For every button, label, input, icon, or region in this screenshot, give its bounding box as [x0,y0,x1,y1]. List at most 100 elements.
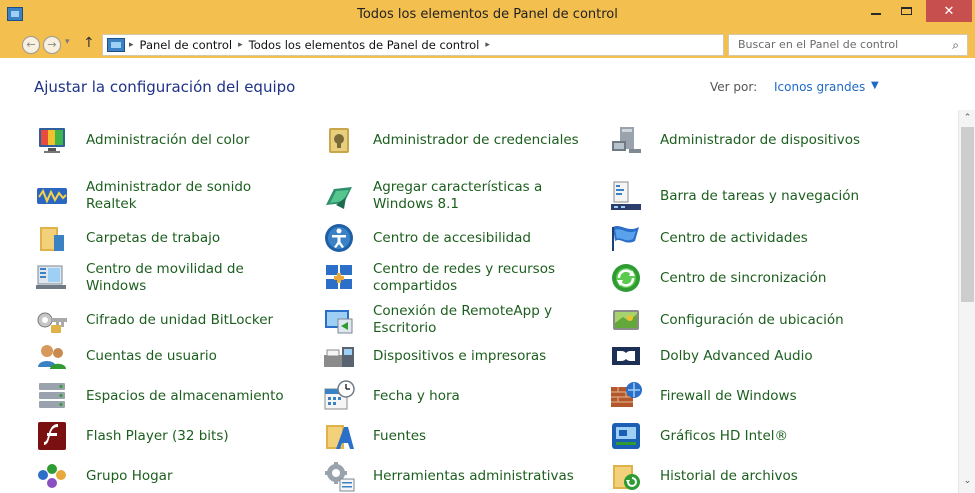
item-label: Fecha y hora [373,387,460,404]
item-administrador-de-credenciales[interactable]: Administrador de credenciales [321,120,591,160]
address-field[interactable]: ▸ Panel de control ▸ Todos los elementos… [102,34,804,56]
item-centro-de-sincronizacion[interactable]: Centro de sincronización [608,258,908,298]
item-fuentes[interactable]: Fuentes [321,416,591,456]
search-icon[interactable]: ⌕ [952,38,959,53]
item-grupo-hogar[interactable]: Grupo Hogar [34,456,304,493]
devices-printers-icon [321,338,357,374]
date-time-icon [321,378,357,414]
control-panel-items: Administración del color Administrador d… [0,118,958,493]
taskbar-icon [608,178,644,214]
item-administracion-del-color[interactable]: Administración del color [34,120,304,160]
search-input[interactable]: Buscar en el Panel de control ⌕ [728,34,968,56]
forward-button[interactable]: → [43,36,61,54]
item-label: Centro de accesibilidad [373,229,531,246]
scroll-down-arrow-icon[interactable]: ⌄ [959,473,975,489]
dolby-icon [608,338,644,374]
item-centro-de-redes[interactable]: Centro de redes y recursos compartidos [321,258,591,298]
breadcrumb-separator-icon[interactable]: ▸ [129,40,134,50]
item-label: Centro de movilidad de Windows [86,261,244,294]
work-folders-icon [34,220,70,256]
maximize-button[interactable] [893,0,919,22]
sync-center-icon [608,260,644,296]
item-conexion-remoteapp[interactable]: Conexión de RemoteApp y Escritorio [321,300,591,340]
ease-of-access-icon [321,220,357,256]
device-manager-icon [608,122,644,158]
mobility-center-icon [34,260,70,296]
back-button[interactable]: ← [22,36,40,54]
item-bitlocker[interactable]: Cifrado de unidad BitLocker [34,300,304,340]
item-label: Agregar características a Windows 8.1 [373,179,543,212]
realtek-audio-icon [34,178,70,214]
breadcrumb-separator-icon[interactable]: ▸ [485,40,490,50]
items-row: Cifrado de unidad BitLocker Conexión de … [0,300,958,340]
breadcrumb-panel-de-control[interactable]: Panel de control [140,38,233,52]
item-firewall-de-windows[interactable]: Firewall de Windows [608,376,908,416]
view-by-chevron-down-icon[interactable]: ▼ [871,80,879,91]
bitlocker-key-icon [34,302,70,338]
item-label: Dispositivos e impresoras [373,347,547,364]
items-row: Centro de movilidad de Windows Centro de… [0,258,958,298]
window-title: Todos los elementos de Panel de control [357,7,618,22]
item-label: Cifrado de unidad BitLocker [86,311,274,328]
scroll-thumb[interactable] [961,127,974,302]
item-label: Centro de actividades [660,229,808,246]
minimize-button[interactable] [863,0,889,22]
item-label: Configuración de ubicación [660,311,844,328]
item-dolby-advanced-audio[interactable]: Dolby Advanced Audio [608,336,908,376]
item-fecha-y-hora[interactable]: Fecha y hora [321,376,591,416]
item-label: Centro de redes y recursos compartidos [373,261,556,294]
item-label: Flash Player (32 bits) [86,427,229,444]
item-carpetas-de-trabajo[interactable]: Carpetas de trabajo [34,218,304,258]
item-centro-de-actividades[interactable]: Centro de actividades [608,218,908,258]
storage-spaces-icon [34,378,70,414]
view-by-dropdown[interactable]: Iconos grandes [774,80,865,94]
view-by-label: Ver por: [710,80,758,94]
item-label: Carpetas de trabajo [86,229,221,246]
item-graficos-hd-intel[interactable]: Gráficos HD Intel® [608,416,908,456]
item-espacios-de-almacenamiento[interactable]: Espacios de almacenamiento [34,376,304,416]
item-configuracion-de-ubicacion[interactable]: Configuración de ubicación [608,300,908,340]
file-history-icon [608,458,644,493]
item-agregar-caracteristicas[interactable]: Agregar características a Windows 8.1 [321,176,591,216]
minimize-icon [871,13,881,15]
item-administrador-de-sonido-realtek[interactable]: Administrador de sonido Realtek [34,176,304,216]
item-label: Fuentes [373,427,427,444]
items-row: Carpetas de trabajo Centro de accesibili… [0,218,958,258]
breadcrumb-todos-los-elementos[interactable]: Todos los elementos de Panel de control [249,38,480,52]
items-row: Espacios de almacenamiento Fecha y hora … [0,376,958,416]
fonts-icon [321,418,357,454]
maximize-icon [900,7,912,15]
item-label: Cuentas de usuario [86,347,217,364]
breadcrumb-separator-icon[interactable]: ▸ [238,40,243,50]
items-row: Cuentas de usuario Dispositivos e impres… [0,336,958,376]
user-accounts-icon [34,338,70,374]
add-features-icon [321,178,357,214]
firewall-icon [608,378,644,414]
title-bar: Todos los elementos de Panel de control … [0,0,975,32]
recent-locations-dropdown-icon[interactable]: ▾ [65,37,70,47]
vertical-scrollbar[interactable]: ⌃ ⌄ [958,110,975,493]
item-centro-de-movilidad[interactable]: Centro de movilidad de Windows [34,258,304,298]
item-historial-de-archivos[interactable]: Historial de archivos [608,456,908,493]
item-herramientas-administrativas[interactable]: Herramientas administrativas [321,456,591,493]
admin-tools-icon [321,458,357,493]
scroll-up-arrow-icon[interactable]: ⌃ [959,110,975,126]
up-button[interactable]: ↑ [83,35,95,51]
item-cuentas-de-usuario[interactable]: Cuentas de usuario [34,336,304,376]
address-toolbar: ← → ▾ ↑ ▸ Panel de control ▸ Todos los e… [0,32,975,58]
item-label: Historial de archivos [660,467,798,484]
item-dispositivos-e-impresoras[interactable]: Dispositivos e impresoras [321,336,591,376]
close-button[interactable]: ✕ [926,0,972,22]
breadcrumb: ▸ Panel de control ▸ Todos los elementos… [129,38,490,52]
intel-graphics-icon [608,418,644,454]
item-flash-player[interactable]: Flash Player (32 bits) [34,416,304,456]
item-administrador-de-dispositivos[interactable]: Administrador de dispositivos [608,120,908,160]
item-centro-de-accesibilidad[interactable]: Centro de accesibilidad [321,218,591,258]
items-row: Administración del color Administrador d… [0,120,958,160]
item-label: Herramientas administrativas [373,467,574,484]
item-barra-de-tareas[interactable]: Barra de tareas y navegación [608,176,908,216]
items-row: Flash Player (32 bits) Fuentes Gráficos … [0,416,958,456]
remoteapp-icon [321,302,357,338]
item-label: Gráficos HD Intel® [660,427,789,444]
credential-manager-icon [321,122,357,158]
